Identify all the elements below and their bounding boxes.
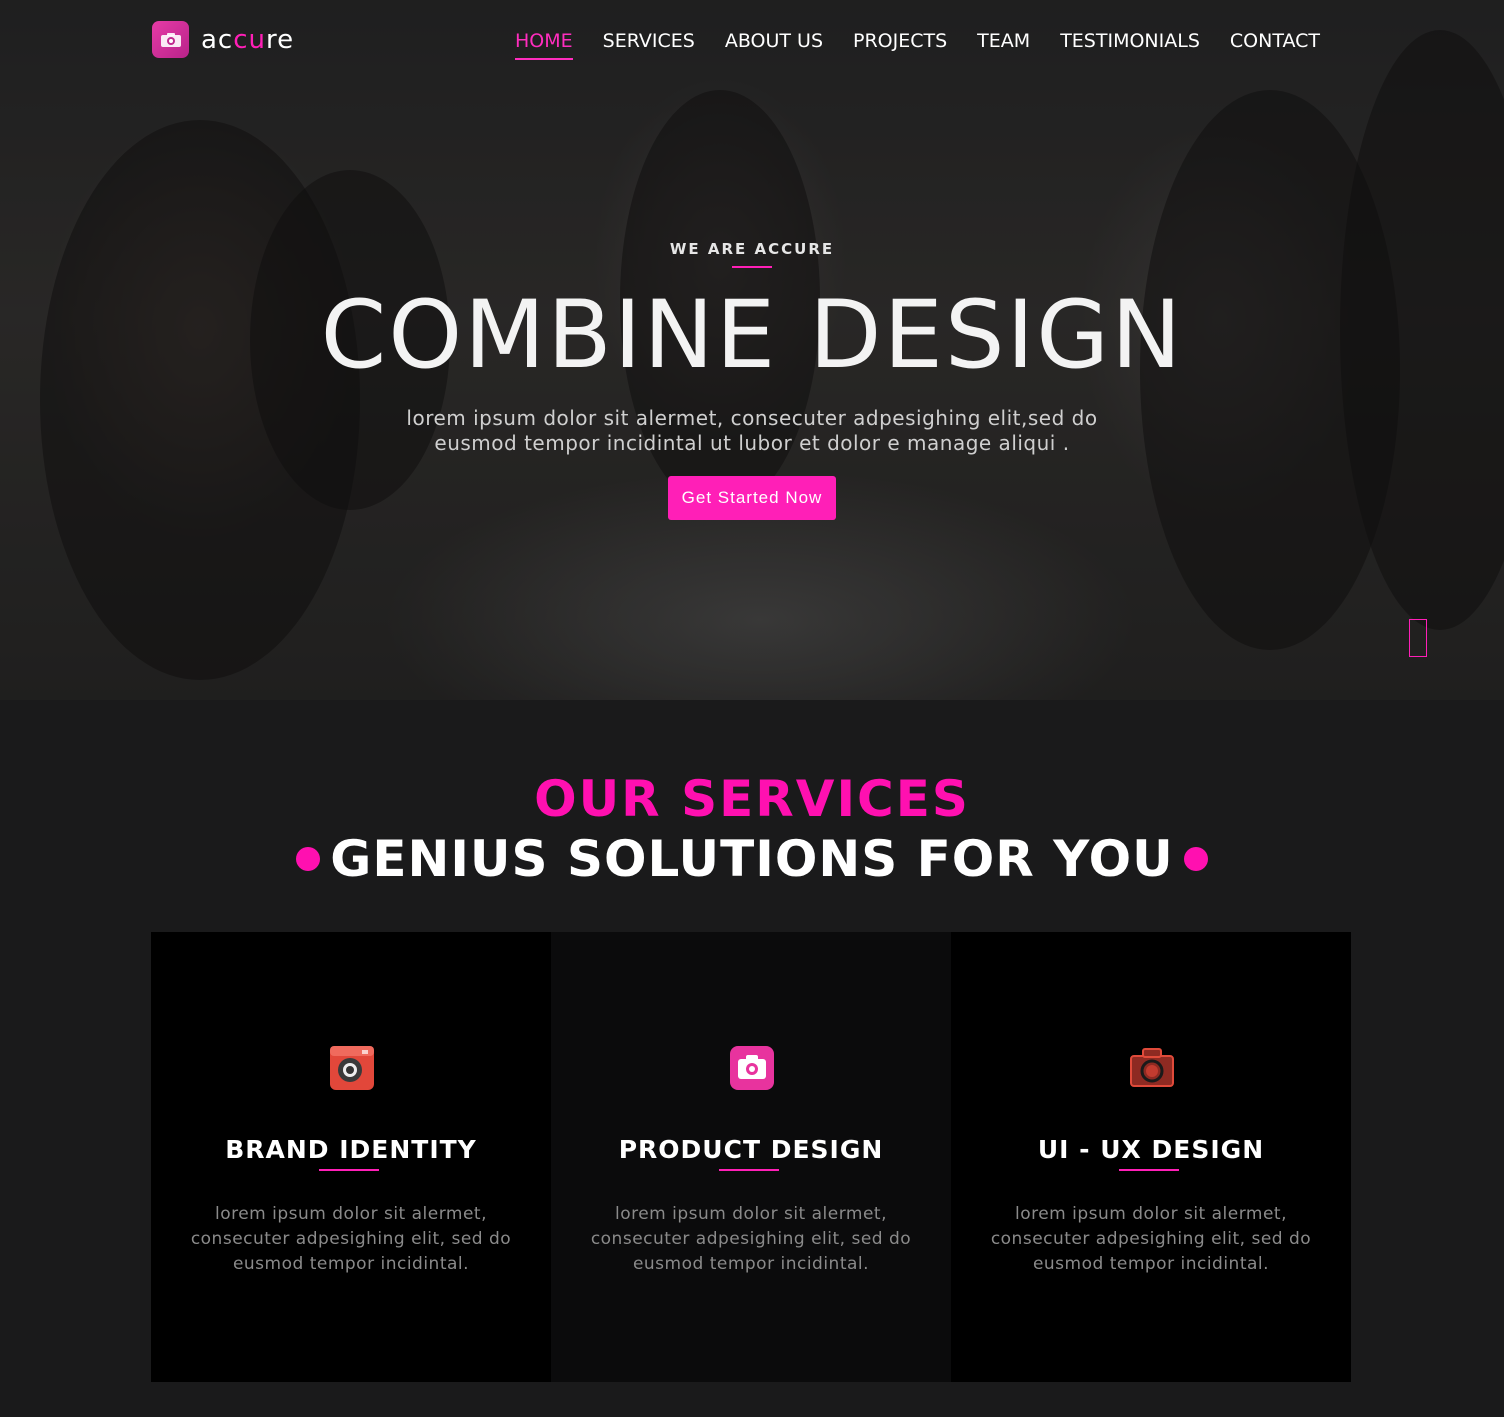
card-divider [319,1169,379,1171]
nav-testimonials[interactable]: TESTIMONIALS [1060,30,1200,60]
hero-section: accure HOME SERVICES ABOUT US PROJECTS T… [0,0,1504,700]
get-started-button[interactable]: Get Started Now [667,476,837,520]
camera-icon [152,21,189,58]
service-card-ui-ux-design[interactable]: UI - UX DESIGN lorem ipsum dolor sit ale… [951,932,1351,1382]
card-title: BRAND IDENTITY [225,1135,477,1164]
top-nav: accure HOME SERVICES ABOUT US PROJECTS T… [0,0,1504,84]
card-title: PRODUCT DESIGN [618,1135,884,1164]
scroll-indicator-icon[interactable] [1409,619,1427,657]
card-title: UI - UX DESIGN [1037,1135,1265,1164]
nav-team[interactable]: TEAM [977,30,1030,60]
card-text: lorem ipsum dolor sit alermet, consecute… [990,1204,1312,1274]
service-cards: BRAND IDENTITY lorem ipsum dolor sit ale… [151,932,1351,1382]
card-divider [1119,1169,1179,1171]
main-menu: HOME SERVICES ABOUT US PROJECTS TEAM TES… [515,30,1320,60]
retro-camera-icon [328,1044,376,1092]
nav-home[interactable]: HOME [515,30,573,60]
hero-subtitle: lorem ipsum dolor sit alermet, consecute… [406,406,1098,455]
camera-icon [728,1044,776,1092]
services-section: OUR SERVICES GENIUS SOLUTIONS FOR YOU BR… [0,700,1504,1417]
card-text: lorem ipsum dolor sit alermet, consecute… [190,1204,512,1274]
nav-projects[interactable]: PROJECTS [853,30,947,60]
logo[interactable]: accure [152,21,294,58]
hero-content: WE ARE ACCURE COMBINE DESIGN lorem ipsum… [0,240,1504,520]
sketch-camera-icon [1128,1044,1176,1092]
hero-eyebrow: WE ARE ACCURE [669,240,835,258]
card-text: lorem ipsum dolor sit alermet, consecute… [590,1204,912,1274]
services-title: OUR SERVICES [534,770,970,828]
card-divider [719,1169,779,1171]
logo-text: accure [201,24,295,55]
services-subtitle: GENIUS SOLUTIONS FOR YOU [330,830,1174,888]
services-subtitle-row: GENIUS SOLUTIONS FOR YOU [0,830,1504,888]
hero-title: COMBINE DESIGN [320,281,1184,390]
bullet-dot-icon [296,847,321,871]
nav-contact[interactable]: CONTACT [1230,30,1320,60]
eyebrow-divider [732,266,772,268]
service-card-product-design[interactable]: PRODUCT DESIGN lorem ipsum dolor sit ale… [551,932,951,1382]
service-card-brand-identity[interactable]: BRAND IDENTITY lorem ipsum dolor sit ale… [151,932,551,1382]
nav-about-us[interactable]: ABOUT US [725,30,823,60]
bullet-dot-icon [1183,847,1208,871]
nav-services[interactable]: SERVICES [603,30,695,60]
